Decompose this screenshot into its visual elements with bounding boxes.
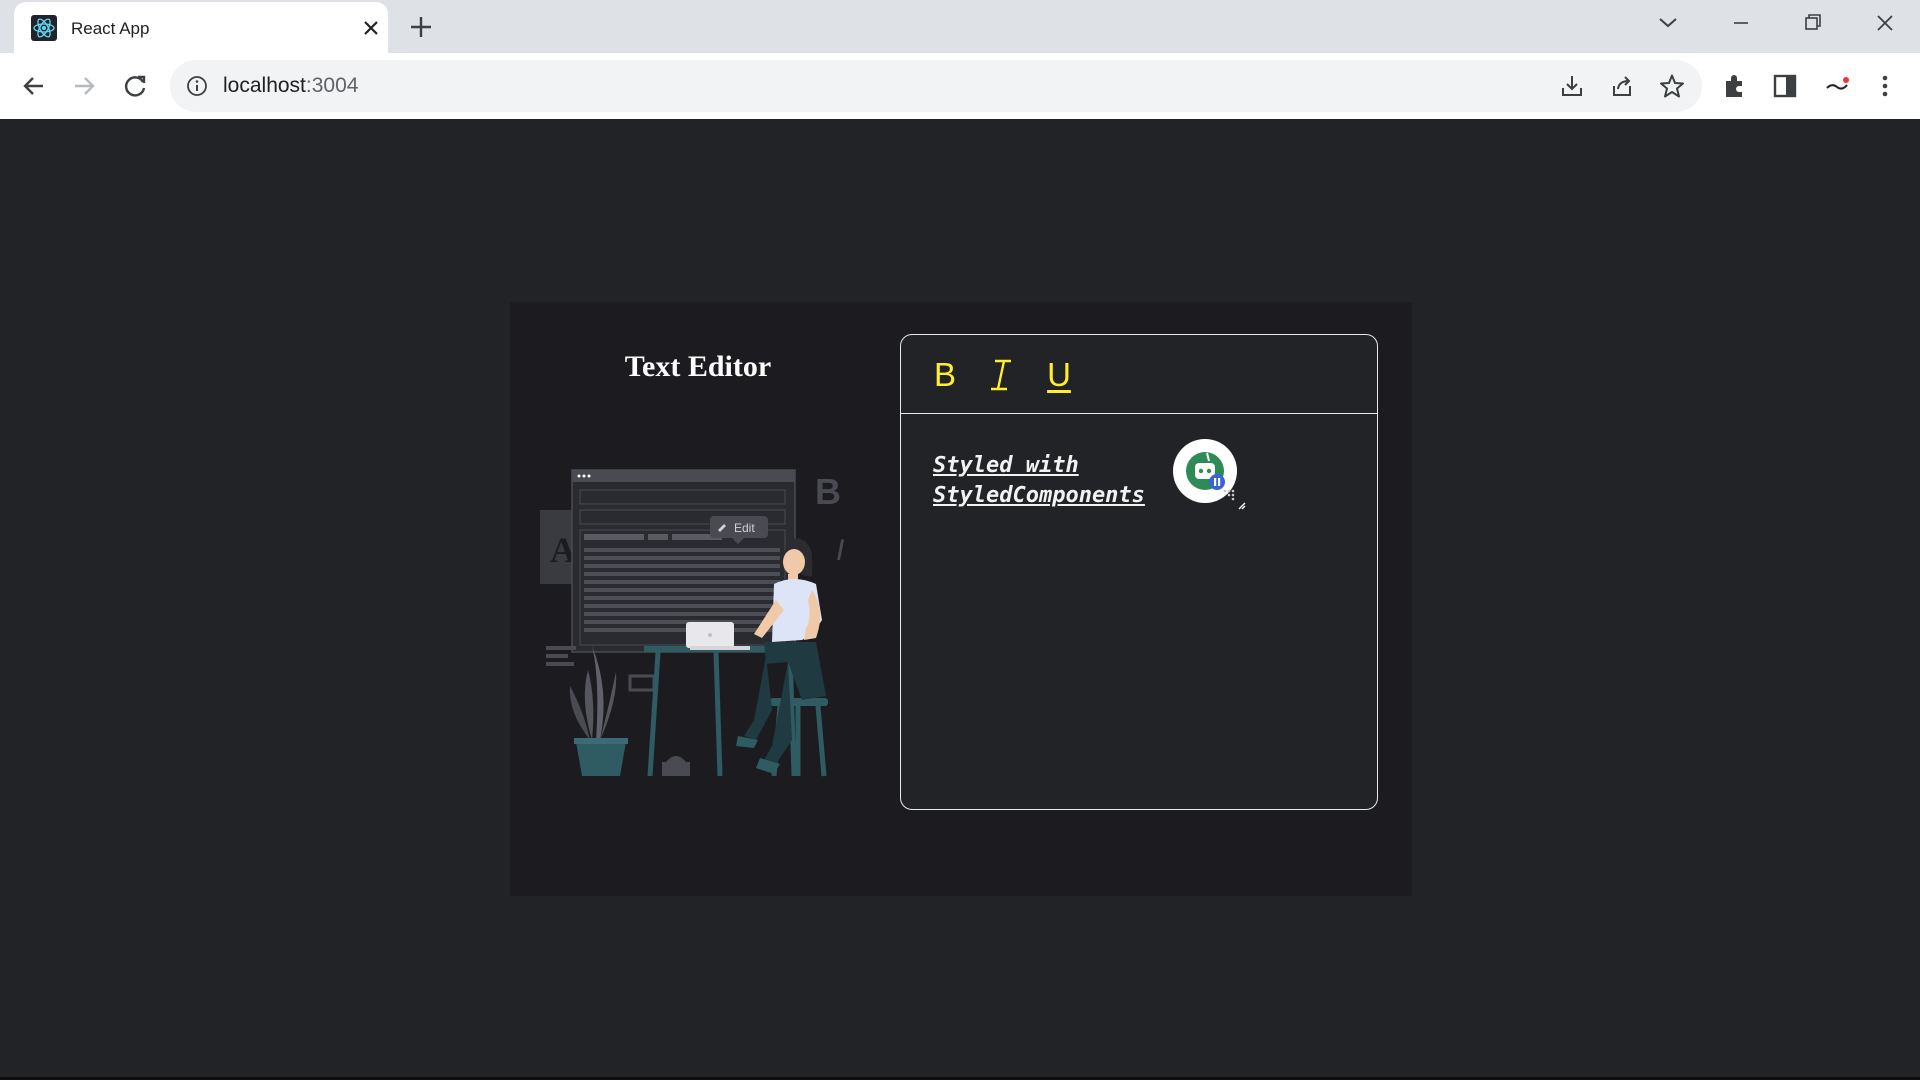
tab-search-icon[interactable] bbox=[1648, 8, 1688, 38]
browser-tabstrip: React App bbox=[0, 0, 1920, 53]
tab-title: React App bbox=[71, 19, 150, 38]
illustration-letter-b: B bbox=[815, 471, 841, 512]
restore-icon[interactable] bbox=[1792, 8, 1832, 38]
page-title: Text Editor bbox=[624, 350, 772, 383]
close-window-icon[interactable] bbox=[1865, 8, 1905, 38]
italic-button[interactable]: I bbox=[981, 353, 1021, 397]
grammarly-assistant-icon[interactable] bbox=[1173, 439, 1249, 511]
tooltip-edit-label: Edit bbox=[734, 521, 755, 535]
bold-button[interactable]: B bbox=[925, 353, 965, 397]
illustration-letter-i: I bbox=[836, 534, 844, 567]
url-port: :3004 bbox=[305, 74, 359, 97]
forward-icon[interactable] bbox=[67, 69, 101, 103]
editing-illustration: A B I Edit bbox=[540, 469, 844, 777]
install-app-icon[interactable] bbox=[1558, 72, 1586, 100]
side-panel-icon[interactable] bbox=[1768, 69, 1802, 103]
underline-button[interactable]: U bbox=[1039, 353, 1079, 397]
close-tab-icon[interactable] bbox=[358, 15, 384, 41]
back-icon[interactable] bbox=[17, 69, 51, 103]
reload-icon[interactable] bbox=[118, 69, 152, 103]
text-editor-card: Text Editor A B I Edit B I U Styled with… bbox=[510, 302, 1412, 896]
new-tab-icon[interactable] bbox=[406, 12, 436, 42]
site-info-icon[interactable] bbox=[184, 73, 210, 99]
url-text: localhost:3004 bbox=[223, 74, 358, 98]
minimize-icon[interactable] bbox=[1721, 8, 1761, 38]
editor-content[interactable]: Styled with StyledComponents bbox=[933, 451, 1173, 511]
extensions-icon[interactable] bbox=[1718, 69, 1752, 103]
editor-panel: B I U Styled with StyledComponents bbox=[900, 334, 1378, 810]
more-menu-icon[interactable] bbox=[1868, 69, 1902, 103]
profile-avatar-icon[interactable] bbox=[1820, 69, 1854, 103]
browser-tab[interactable]: React App bbox=[14, 2, 388, 53]
url-host: localhost bbox=[223, 74, 306, 97]
bookmark-star-icon[interactable] bbox=[1658, 72, 1686, 100]
browser-toolbar: localhost:3004 bbox=[0, 53, 1920, 119]
react-logo-icon bbox=[31, 15, 57, 41]
share-icon[interactable] bbox=[1608, 72, 1636, 100]
address-bar[interactable]: localhost:3004 bbox=[170, 60, 1702, 112]
italic-icon: I bbox=[981, 353, 1011, 391]
format-toolbar: B I U bbox=[901, 335, 1377, 414]
svg-text:I: I bbox=[981, 353, 982, 354]
